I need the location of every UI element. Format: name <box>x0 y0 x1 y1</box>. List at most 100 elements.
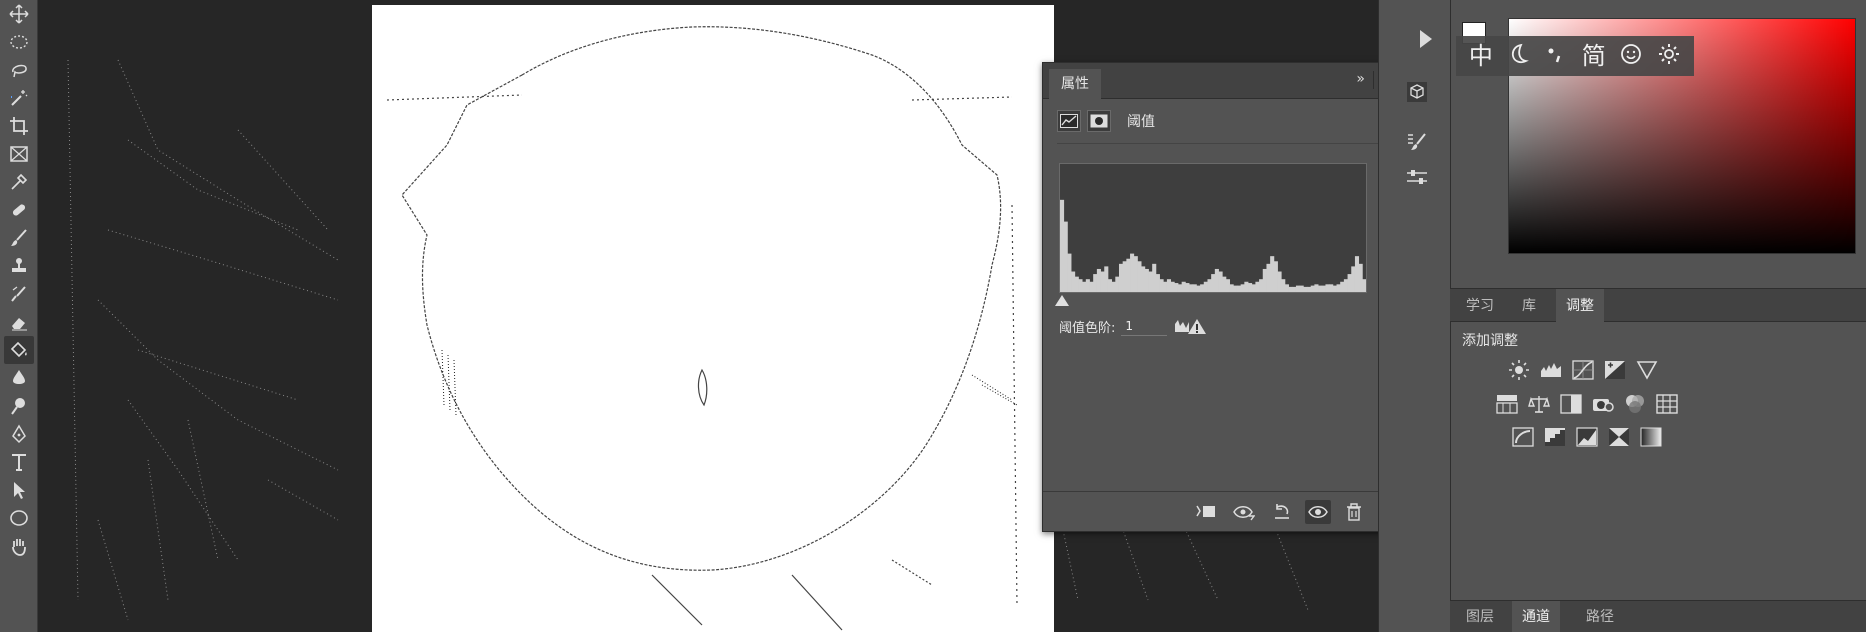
brush-settings-button[interactable] <box>1403 128 1431 156</box>
view-previous-state-button[interactable] <box>1231 500 1257 524</box>
histogram-bar <box>1251 284 1256 292</box>
threshold-level-input[interactable] <box>1121 316 1168 336</box>
brightness-contrast-icon[interactable] <box>1507 358 1531 382</box>
histogram-bar <box>1071 271 1076 292</box>
pen-tool[interactable] <box>4 420 34 448</box>
hue-saturation-icon[interactable] <box>1495 392 1519 416</box>
moon-icon[interactable] <box>1506 42 1530 70</box>
frame-tool[interactable] <box>4 140 34 168</box>
type-icon <box>12 454 26 471</box>
frame-icon <box>10 146 28 162</box>
blur-icon <box>13 370 25 384</box>
photo-filter-icon[interactable] <box>1591 392 1615 416</box>
threshold-icon[interactable] <box>1575 425 1599 449</box>
histogram-bar <box>1236 285 1242 292</box>
reset-button[interactable] <box>1269 500 1295 524</box>
histogram-bar <box>1347 274 1352 292</box>
histogram-bar <box>1229 284 1234 292</box>
histogram-bar <box>1233 285 1238 292</box>
ime-script-toggle[interactable]: 简 <box>1582 44 1606 68</box>
document-canvas[interactable] <box>372 5 1054 632</box>
histogram-warning-icon[interactable] <box>1173 316 1207 336</box>
histogram-bar <box>1085 279 1090 292</box>
histogram-bar <box>1078 279 1083 292</box>
delete-layer-button[interactable] <box>1341 500 1367 524</box>
move-tool[interactable] <box>4 0 34 28</box>
levels-icon[interactable] <box>1539 358 1563 382</box>
tab-learn[interactable]: 学习 <box>1456 289 1504 323</box>
histogram-bar <box>1281 279 1286 292</box>
smiley-icon[interactable] <box>1619 42 1643 70</box>
adjustments-sliders-button[interactable] <box>1403 164 1431 192</box>
hand-icon <box>12 539 26 556</box>
brush-tool[interactable] <box>4 224 34 252</box>
history-brush-tool[interactable] <box>4 280 34 308</box>
lasso-tool[interactable] <box>4 56 34 84</box>
ime-language-toggle[interactable]: 中 <box>1469 44 1493 68</box>
dodge-tool[interactable] <box>4 392 34 420</box>
blur-tool[interactable] <box>4 364 34 392</box>
exposure-icon[interactable] <box>1603 358 1627 382</box>
ellipse-tool[interactable] <box>4 504 34 532</box>
invert-icon[interactable] <box>1511 425 1535 449</box>
threshold-layer-icon[interactable] <box>1057 110 1081 132</box>
divider <box>1057 143 1389 144</box>
channel-mixer-icon[interactable] <box>1623 392 1647 416</box>
histogram-bar <box>1340 281 1345 292</box>
vibrance-icon[interactable] <box>1635 358 1659 382</box>
collapse-panel-button[interactable]: » <box>1356 71 1365 87</box>
tab-layers[interactable]: 图层 <box>1456 601 1504 632</box>
adjustment-type-label: 阈值 <box>1127 114 1155 130</box>
layer-mask-icon[interactable] <box>1087 110 1111 132</box>
clip-to-layer-button[interactable] <box>1193 500 1219 524</box>
histogram-bar <box>1074 276 1079 292</box>
3d-panel-button[interactable] <box>1403 78 1431 106</box>
histogram-bar <box>1295 285 1301 292</box>
layers-channels-paths-tabs: 图层 通道 路径 <box>1450 600 1866 632</box>
color-balance-icon[interactable] <box>1527 392 1551 416</box>
marquee-tool[interactable] <box>4 28 34 56</box>
tab-channels[interactable]: 通道 <box>1512 601 1560 632</box>
hand-tool[interactable] <box>4 532 34 560</box>
crop-tool[interactable] <box>4 112 34 140</box>
eyedropper-icon <box>11 173 28 190</box>
gradient-map-icon[interactable] <box>1639 425 1663 449</box>
histogram-bar <box>1299 285 1304 292</box>
tab-libraries[interactable]: 库 <box>1512 289 1546 323</box>
healing-brush-tool[interactable] <box>4 196 34 224</box>
black-white-icon[interactable] <box>1559 392 1583 416</box>
histogram-bar <box>1118 263 1124 292</box>
tab-adjustments[interactable]: 调整 <box>1556 289 1604 323</box>
path-selection-tool[interactable] <box>4 476 34 504</box>
threshold-slider-handle[interactable] <box>1055 295 1069 306</box>
punctuation-icon[interactable] <box>1544 42 1568 70</box>
threshold-line-art <box>386 26 1018 631</box>
histogram-bar <box>1107 279 1113 292</box>
tab-properties[interactable]: 属性 <box>1049 69 1101 99</box>
gear-icon[interactable] <box>1657 42 1681 70</box>
clone-stamp-tool[interactable] <box>4 252 34 280</box>
histogram-bar <box>1336 284 1341 292</box>
eraser-tool[interactable] <box>4 308 34 336</box>
tools-panel <box>0 0 38 632</box>
curves-icon[interactable] <box>1571 358 1595 382</box>
selective-color-icon[interactable] <box>1607 425 1631 449</box>
magic-wand-tool[interactable] <box>4 84 34 112</box>
reset-icon <box>1275 504 1289 519</box>
paint-bucket-tool[interactable] <box>4 336 34 364</box>
paint-bucket-icon <box>10 341 27 358</box>
eyedropper-tool[interactable] <box>4 168 34 196</box>
panel-dock-icons <box>1378 0 1450 632</box>
toggle-visibility-button[interactable] <box>1305 500 1331 524</box>
color-lookup-icon[interactable] <box>1655 392 1679 416</box>
panel-expand-arrow-icon[interactable] <box>1420 30 1432 48</box>
histogram-bar <box>1218 271 1223 292</box>
histogram-bar <box>1255 281 1260 292</box>
threshold-level-label: 阈值色阶: <box>1059 320 1116 336</box>
tab-paths[interactable]: 路径 <box>1576 601 1624 632</box>
threshold-level-row: 阈值色阶: <box>1059 316 1207 336</box>
histogram-bar <box>1089 281 1094 292</box>
posterize-icon[interactable] <box>1543 425 1567 449</box>
ellipse-marquee-icon <box>10 35 28 49</box>
type-tool[interactable] <box>4 448 34 476</box>
